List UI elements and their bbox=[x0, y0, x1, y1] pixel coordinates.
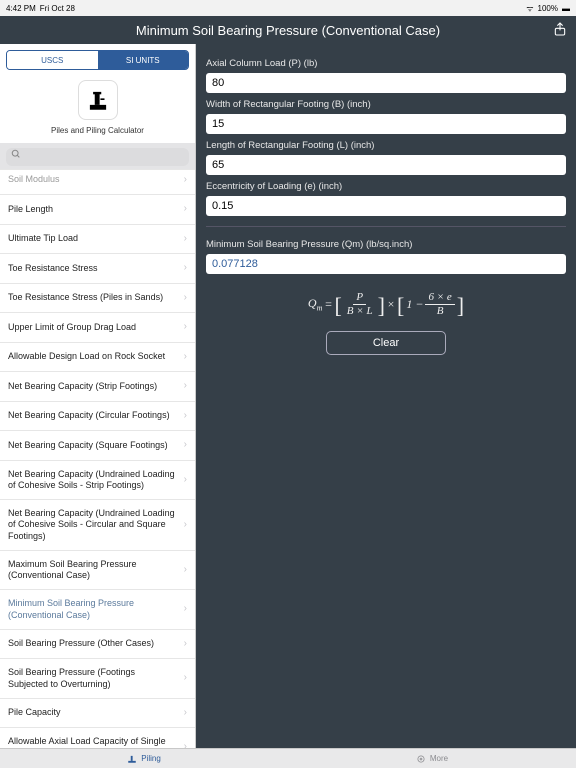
chevron-right-icon: › bbox=[184, 564, 187, 577]
list-item-label: Pile Capacity bbox=[8, 707, 61, 718]
list-item[interactable]: Allowable Axial Load Capacity of Single … bbox=[0, 728, 195, 748]
list-item-label: Soil Bearing Pressure (Other Cases) bbox=[8, 638, 154, 649]
sidebar: USCS SI UNITS Piles and Piling Calculato… bbox=[0, 44, 196, 748]
list-item[interactable]: Soil Bearing Pressure (Footings Subjecte… bbox=[0, 659, 195, 699]
list-item-label: Net Bearing Capacity (Strip Footings) bbox=[8, 381, 157, 392]
status-date: Fri Oct 28 bbox=[40, 4, 75, 13]
chevron-right-icon: › bbox=[184, 351, 187, 364]
page-title: Minimum Soil Bearing Pressure (Conventio… bbox=[136, 23, 440, 38]
search-bar bbox=[0, 143, 195, 169]
chevron-right-icon: › bbox=[184, 638, 187, 651]
app-label: Piles and Piling Calculator bbox=[51, 126, 144, 135]
list-item[interactable]: Minimum Soil Bearing Pressure (Conventio… bbox=[0, 590, 195, 630]
list-item-label: Pile Length bbox=[8, 204, 53, 215]
list-item[interactable]: Ultimate Tip Load › bbox=[0, 225, 195, 255]
output-qm bbox=[206, 254, 566, 274]
list-item-label: Ultimate Tip Load bbox=[8, 233, 78, 244]
search-icon bbox=[11, 149, 21, 162]
list-item-label: Soil Modulus bbox=[8, 174, 60, 185]
chevron-right-icon: › bbox=[184, 233, 187, 246]
input-e[interactable] bbox=[206, 196, 566, 216]
list-item-label: Soil Bearing Pressure (Footings Subjecte… bbox=[8, 667, 176, 690]
list-item[interactable]: Allowable Design Load on Rock Socket › bbox=[0, 343, 195, 373]
input-p[interactable] bbox=[206, 73, 566, 93]
list-item[interactable]: Net Bearing Capacity (Strip Footings) › bbox=[0, 372, 195, 402]
chevron-right-icon: › bbox=[184, 292, 187, 305]
list-item[interactable]: Net Bearing Capacity (Circular Footings)… bbox=[0, 402, 195, 432]
list-item-label: Net Bearing Capacity (Square Footings) bbox=[8, 440, 168, 451]
list-item-label: Net Bearing Capacity (Undrained Loading … bbox=[8, 508, 176, 542]
app-icon bbox=[78, 80, 118, 120]
list-item[interactable]: Maximum Soil Bearing Pressure (Conventio… bbox=[0, 551, 195, 591]
search-input[interactable] bbox=[6, 148, 189, 166]
list-item-label: Allowable Axial Load Capacity of Single … bbox=[8, 736, 176, 748]
main-panel: Axial Column Load (P) (lb) Width of Rect… bbox=[196, 44, 576, 748]
tab-piling[interactable]: Piling bbox=[0, 749, 288, 768]
list-item[interactable]: Pile Length › bbox=[0, 195, 195, 225]
list-item-label: Net Bearing Capacity (Circular Footings) bbox=[8, 410, 170, 421]
tab-more[interactable]: More bbox=[288, 749, 576, 768]
chevron-right-icon: › bbox=[184, 439, 187, 452]
status-bar: 4:42 PM Fri Oct 28 ᯤ 100% ▬ bbox=[0, 0, 576, 16]
chevron-right-icon: › bbox=[184, 603, 187, 616]
chevron-right-icon: › bbox=[184, 262, 187, 275]
unit-uscs[interactable]: USCS bbox=[7, 51, 98, 69]
list-item[interactable]: Toe Resistance Stress (Piles in Sands) › bbox=[0, 284, 195, 314]
list-item[interactable]: Net Bearing Capacity (Square Footings) › bbox=[0, 431, 195, 461]
nav-bar: Minimum Soil Bearing Pressure (Conventio… bbox=[0, 16, 576, 44]
chevron-right-icon: › bbox=[184, 707, 187, 720]
list-item-label: Toe Resistance Stress bbox=[8, 263, 98, 274]
list-item[interactable]: Upper Limit of Group Drag Load › bbox=[0, 313, 195, 343]
chevron-right-icon: › bbox=[184, 203, 187, 216]
list-item[interactable]: Soil Bearing Pressure (Other Cases) › bbox=[0, 630, 195, 660]
unit-toggle[interactable]: USCS SI UNITS bbox=[6, 50, 189, 70]
list-item-label: Net Bearing Capacity (Undrained Loading … bbox=[8, 469, 176, 492]
tab-bar: Piling More bbox=[0, 748, 576, 768]
chevron-right-icon: › bbox=[184, 174, 187, 187]
list-item-label: Maximum Soil Bearing Pressure (Conventio… bbox=[8, 559, 176, 582]
label-l: Length of Rectangular Footing (L) (inch) bbox=[206, 140, 566, 151]
chevron-right-icon: › bbox=[184, 380, 187, 393]
chevron-right-icon: › bbox=[184, 321, 187, 334]
chevron-right-icon: › bbox=[184, 474, 187, 487]
chevron-right-icon: › bbox=[184, 741, 187, 748]
battery-icon: ▬ bbox=[562, 4, 570, 13]
formula-display: Qm = [ PB × L ] × [ 1 − 6 × eB ] bbox=[206, 292, 566, 317]
list-item[interactable]: Pile Capacity › bbox=[0, 699, 195, 729]
list-item[interactable]: Soil Modulus › bbox=[0, 169, 195, 196]
list-item[interactable]: Net Bearing Capacity (Undrained Loading … bbox=[0, 461, 195, 501]
list-item-label: Minimum Soil Bearing Pressure (Conventio… bbox=[8, 598, 176, 621]
piling-icon bbox=[127, 754, 137, 764]
status-time: 4:42 PM bbox=[6, 4, 36, 13]
input-b[interactable] bbox=[206, 114, 566, 134]
label-e: Eccentricity of Loading (e) (inch) bbox=[206, 181, 566, 192]
status-battery: 100% bbox=[538, 4, 558, 13]
chevron-right-icon: › bbox=[184, 410, 187, 423]
list-item-label: Allowable Design Load on Rock Socket bbox=[8, 351, 165, 362]
list-item-label: Upper Limit of Group Drag Load bbox=[8, 322, 136, 333]
list-item-label: Toe Resistance Stress (Piles in Sands) bbox=[8, 292, 163, 303]
input-l[interactable] bbox=[206, 155, 566, 175]
gear-icon bbox=[416, 754, 426, 764]
label-p: Axial Column Load (P) (lb) bbox=[206, 58, 566, 69]
wifi-icon: ᯤ bbox=[526, 3, 533, 14]
list-item[interactable]: Net Bearing Capacity (Undrained Loading … bbox=[0, 500, 195, 551]
chevron-right-icon: › bbox=[184, 672, 187, 685]
label-b: Width of Rectangular Footing (B) (inch) bbox=[206, 99, 566, 110]
share-button[interactable] bbox=[552, 21, 568, 37]
chevron-right-icon: › bbox=[184, 519, 187, 532]
list-item[interactable]: Toe Resistance Stress › bbox=[0, 254, 195, 284]
clear-button[interactable]: Clear bbox=[326, 331, 446, 355]
label-qm: Minimum Soil Bearing Pressure (Qm) (lb/s… bbox=[206, 239, 566, 250]
unit-si[interactable]: SI UNITS bbox=[98, 51, 189, 69]
calculator-list[interactable]: Soil Modulus›Pile Length›Ultimate Tip Lo… bbox=[0, 169, 195, 749]
